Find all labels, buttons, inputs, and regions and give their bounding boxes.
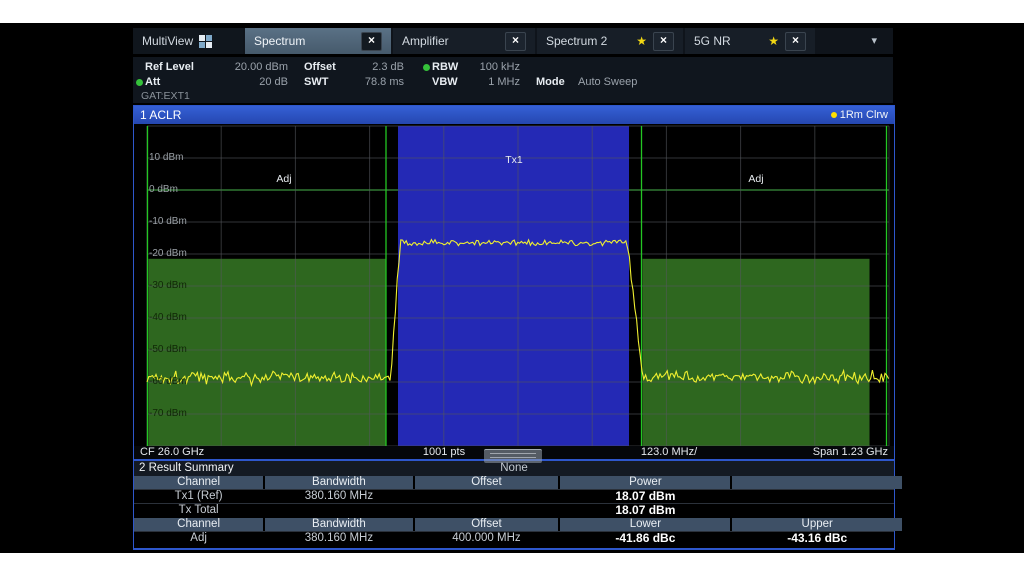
tab-spectrum2-modified-star-icon: ★ [636, 35, 647, 47]
y-tick-m30dbm: -30 dBm [149, 279, 187, 292]
tab-spectrum-label: Spectrum [254, 34, 305, 48]
instrument-display-area: MultiView Spectrum × Amplifier × Spectru… [0, 23, 1024, 553]
adj-offset-cell: 400.000 MHz [415, 532, 559, 545]
tab-spectrum2-close-icon[interactable]: × [653, 32, 674, 51]
table-row-tx1: Tx1 (Ref) 380.160 MHz 18.07 dBm [134, 489, 894, 503]
tx-header-power: Power [560, 476, 730, 489]
tab-spectrum2-label: Spectrum 2 [546, 34, 607, 48]
center-frequency-readout[interactable]: CF 26.0 GHz [140, 446, 204, 459]
span-readout[interactable]: Span 1.23 GHz [813, 446, 888, 459]
result-summary-title-bar[interactable]: 2 Result Summary None [134, 461, 894, 476]
tab-spectrum[interactable]: Spectrum × [245, 28, 391, 54]
tab-multiview-label: MultiView [142, 34, 193, 48]
tx1-bandwidth-cell: 380.160 MHz [265, 490, 412, 503]
trace-mode-label: 1Rm Clrw [831, 109, 888, 121]
txtotal-bandwidth-cell [265, 504, 412, 517]
rbw-value[interactable]: 100 kHz [468, 61, 520, 73]
adj-header-upper: Upper [732, 518, 901, 531]
tab-amplifier-label: Amplifier [402, 34, 449, 48]
tx1-power-cell: 18.07 dBm [560, 490, 730, 503]
aclr-window-title-bar[interactable]: 1 ACLR 1Rm Clrw [134, 106, 894, 124]
ref-level-label[interactable]: Ref Level [145, 61, 200, 73]
y-tick-10dbm: 10 dBm [149, 151, 183, 164]
mode-value[interactable]: Auto Sweep [578, 76, 637, 88]
tab-5gnr-modified-star-icon: ★ [768, 35, 779, 47]
adj-upper-cell: -43.16 dBc [732, 532, 901, 545]
adj-channel-cell: Adj [134, 532, 263, 545]
txtotal-power-cell: 18.07 dBm [560, 504, 730, 517]
result-summary-window: 2 Result Summary None Channel Bandwidth … [133, 460, 895, 550]
y-tick-m10dbm: -10 dBm [149, 215, 187, 228]
tx1-offset-cell [415, 490, 559, 503]
tab-amplifier-close-icon[interactable]: × [505, 32, 526, 51]
vbw-value[interactable]: 1 MHz [468, 76, 520, 88]
y-tick-m40dbm: -40 dBm [149, 311, 187, 324]
txtotal-offset-cell [415, 504, 559, 517]
tx1-empty-cell [732, 490, 901, 503]
tx-header-channel: Channel [134, 476, 263, 489]
att-value[interactable]: 20 dB [200, 76, 288, 88]
adj-header-offset: Offset [415, 518, 559, 531]
gate-source-label: GAT:EXT1 [141, 90, 190, 102]
tab-bar: MultiView Spectrum × Amplifier × Spectru… [133, 28, 893, 54]
tx1-channel-label: Tx1 [474, 154, 554, 166]
screenshot-root: MultiView Spectrum × Amplifier × Spectru… [0, 0, 1024, 576]
window-splitter-handle[interactable] [484, 449, 542, 463]
y-tick-m20dbm: -20 dBm [149, 247, 187, 260]
table-row-txtotal: Tx Total 18.07 dBm [134, 503, 894, 517]
rbw-status-dot-icon [423, 64, 430, 71]
tab-spectrum2[interactable]: Spectrum 2 ★ × [537, 28, 683, 54]
tx-header-empty [732, 476, 901, 489]
vbw-label[interactable]: VBW [432, 76, 468, 88]
adj-header-bandwidth: Bandwidth [265, 518, 412, 531]
tab-multiview[interactable]: MultiView [133, 28, 243, 54]
adj-right-channel-label: Adj [716, 173, 796, 185]
adj-header-channel: Channel [134, 518, 263, 531]
tab-5gnr-label: 5G NR [694, 34, 731, 48]
swt-label[interactable]: SWT [304, 76, 352, 88]
rbw-label[interactable]: RBW [432, 61, 468, 73]
y-tick-m70dbm: -70 dBm [149, 407, 187, 420]
y-tick-m60dbm: -60 dBm [149, 375, 187, 388]
att-status-dot-icon [136, 79, 143, 86]
tx-table-header: Channel Bandwidth Offset Power [134, 476, 894, 489]
multiview-grid-icon [199, 35, 212, 48]
settings-row-2: Att 20 dB SWT 78.8 ms VBW 1 MHz Mode Aut… [133, 75, 893, 89]
offset-label[interactable]: Offset [304, 61, 352, 73]
aclr-window: 1 ACLR 1Rm Clrw 10 dBm 0 dBm -10 dBm -20… [133, 105, 895, 460]
tab-5gnr[interactable]: 5G NR ★ × [685, 28, 815, 54]
y-tick-0dbm: 0 dBm [149, 183, 178, 196]
splitter-none-label[interactable]: None [454, 461, 574, 476]
settings-bar: Ref Level 20.00 dBm Offset 2.3 dB RBW 10… [133, 57, 893, 103]
adj-left-channel-label: Adj [244, 173, 324, 185]
result-summary-title: 2 Result Summary [139, 462, 234, 474]
ref-level-value[interactable]: 20.00 dBm [200, 61, 288, 73]
tx1-channel-cell: Tx1 (Ref) [134, 490, 263, 503]
tab-spectrum-close-icon[interactable]: × [361, 32, 382, 51]
mode-label[interactable]: Mode [536, 76, 576, 88]
adj-header-lower: Lower [560, 518, 730, 531]
y-tick-m50dbm: -50 dBm [149, 343, 187, 356]
settings-row-1: Ref Level 20.00 dBm Offset 2.3 dB RBW 10… [133, 60, 893, 74]
aclr-window-title: 1 ACLR [140, 108, 181, 122]
adj-lower-cell: -41.86 dBc [560, 532, 730, 545]
offset-value[interactable]: 2.3 dB [352, 61, 404, 73]
tx-header-offset: Offset [415, 476, 559, 489]
per-division-readout[interactable]: 123.0 MHz/ [604, 446, 734, 459]
trace-color-dot-icon [831, 112, 837, 118]
tab-amplifier[interactable]: Amplifier × [393, 28, 535, 54]
tx-header-bandwidth: Bandwidth [265, 476, 412, 489]
tab-overflow-arrow-icon[interactable]: ▾ [871, 34, 877, 47]
swt-value[interactable]: 78.8 ms [352, 76, 404, 88]
table-row-adj: Adj 380.160 MHz 400.000 MHz -41.86 dBc -… [134, 531, 894, 545]
att-label[interactable]: Att [145, 76, 200, 88]
tab-5gnr-close-icon[interactable]: × [785, 32, 806, 51]
txtotal-channel-cell: Tx Total [134, 504, 263, 517]
adj-table-header: Channel Bandwidth Offset Lower Upper [134, 518, 894, 531]
adj-bandwidth-cell: 380.160 MHz [265, 532, 412, 545]
txtotal-empty-cell [732, 504, 901, 517]
spectrum-plot-area: 10 dBm 0 dBm -10 dBm -20 dBm -30 dBm -40… [134, 124, 894, 446]
